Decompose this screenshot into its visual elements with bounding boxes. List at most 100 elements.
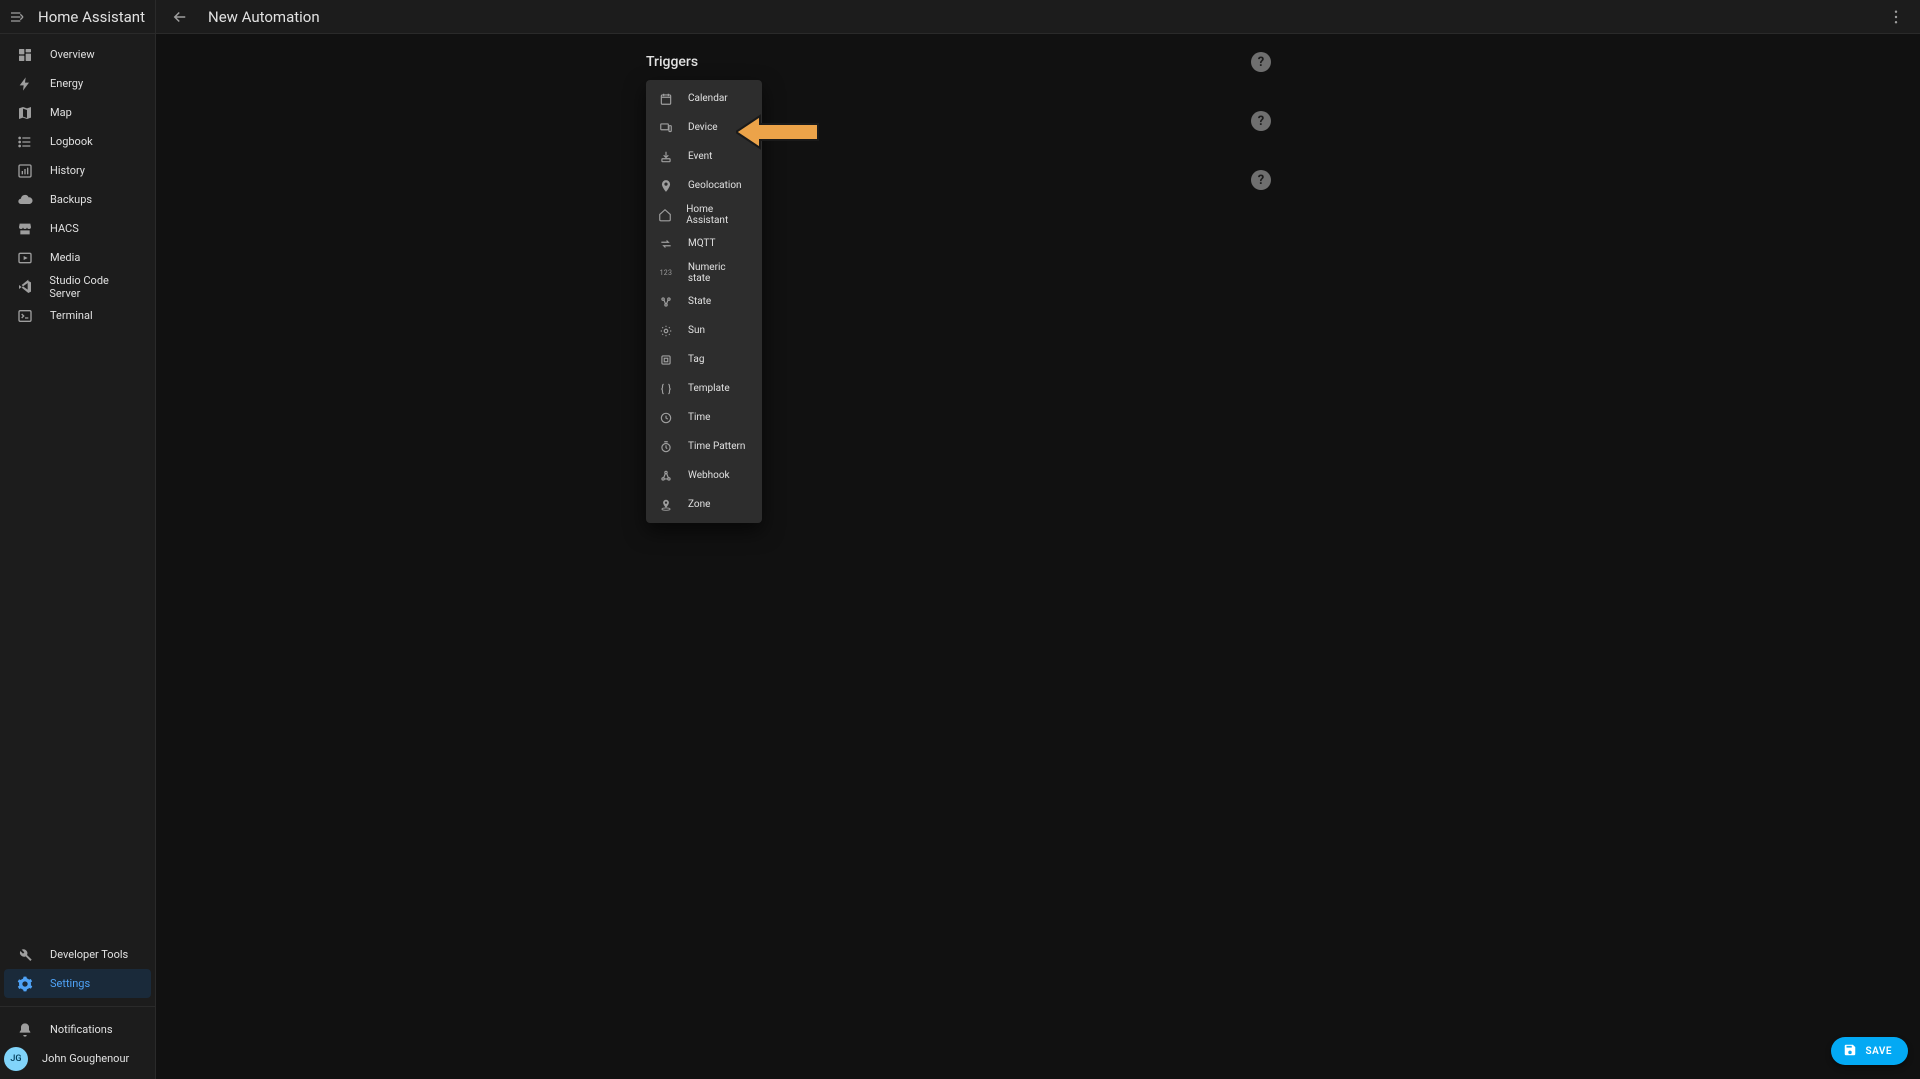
dropdown-item-label: Tag [688,354,704,365]
vscode-icon [16,278,33,296]
dropdown-item-label: State [688,296,711,307]
sidebar-user[interactable]: JG John Goughenour [0,1044,155,1073]
sidebar-item-label: Developer Tools [50,948,128,961]
dropdown-item-label: Device [688,122,718,133]
back-button[interactable] [168,5,192,29]
home-icon [658,207,672,223]
webhook-icon [658,468,674,484]
device-icon [658,120,674,136]
dropdown-item-calendar[interactable]: Calendar [646,84,762,113]
wrench-icon [16,946,34,964]
store-icon [16,220,34,238]
brand-title: Home Assistant [38,8,145,26]
dropdown-item-label: Template [688,383,730,394]
bolt-icon [16,75,34,93]
sidebar-item-label: Backups [50,193,92,206]
sun-icon [658,323,674,339]
dropdown-item-device[interactable]: Device [646,113,762,142]
dropdown-item-template[interactable]: Template [646,374,762,403]
dropdown-item-state[interactable]: State [646,287,762,316]
sidebar-item-label: Terminal [50,309,93,322]
dropdown-item-event[interactable]: Event [646,142,762,171]
clock-icon [658,410,674,426]
dropdown-item-webhook[interactable]: Webhook [646,461,762,490]
user-name: John Goughenour [42,1052,129,1065]
dropdown-item-mqtt[interactable]: MQTT [646,229,762,258]
sidebar-item-notifications[interactable]: Notifications [4,1015,151,1044]
event-icon [658,149,674,165]
location-icon [658,178,674,194]
topbar: New Automation [156,0,1920,34]
sidebar-bottom-nav: Developer Tools Settings Notifications J… [0,940,155,1079]
sidebar-item-label: HACS [50,222,79,235]
dropdown-item-label: Calendar [688,93,728,104]
sidebar-item-overview[interactable]: Overview [4,40,151,69]
sidebar: Home Assistant Overview Energy Map Logbo… [0,0,156,1079]
help-icon[interactable]: ? [1251,170,1271,190]
sidebar-item-logbook[interactable]: Logbook [4,127,151,156]
dropdown-item-label: MQTT [688,238,715,249]
dropdown-item-numeric-state[interactable]: 123 Numeric state [646,258,762,287]
dropdown-item-label: Home Assistant [686,204,750,226]
dropdown-item-label: Numeric state [688,262,750,284]
menu-toggle-icon[interactable] [8,8,26,26]
sidebar-item-label: Map [50,106,72,119]
gear-icon [16,975,34,993]
help-icon[interactable]: ? [1251,52,1271,72]
sidebar-item-energy[interactable]: Energy [4,69,151,98]
section-triggers-title: Triggers [646,54,698,70]
sidebar-item-label: Energy [50,77,83,90]
save-button-label: SAVE [1865,1046,1892,1057]
sidebar-item-label: Logbook [50,135,93,148]
dropdown-item-time[interactable]: Time [646,403,762,432]
timer-icon [658,439,674,455]
dropdown-item-home-assistant[interactable]: Home Assistant [646,200,762,229]
swap-icon [658,236,674,252]
main-area: New Automation Triggers ? ? ? Calendar D… [156,0,1920,1079]
zone-icon [658,497,674,513]
dropdown-item-sun[interactable]: Sun [646,316,762,345]
content-area: Triggers ? ? ? Calendar Device Event Geo… [156,34,1920,1079]
dropdown-item-label: Time [688,412,710,423]
cloud-icon [16,191,34,209]
sidebar-item-history[interactable]: History [4,156,151,185]
sidebar-header: Home Assistant [0,0,155,34]
sidebar-item-hacs[interactable]: HACS [4,214,151,243]
sidebar-item-label: Media [50,251,80,264]
dropdown-item-tag[interactable]: Tag [646,345,762,374]
chart-icon [16,162,34,180]
sidebar-item-developer-tools[interactable]: Developer Tools [4,940,151,969]
dropdown-item-label: Geolocation [688,180,742,191]
numeric-icon: 123 [658,265,674,281]
save-button[interactable]: SAVE [1831,1037,1908,1065]
dropdown-item-geolocation[interactable]: Geolocation [646,171,762,200]
dropdown-item-label: Zone [688,499,710,510]
sidebar-item-backups[interactable]: Backups [4,185,151,214]
trigger-type-dropdown: Calendar Device Event Geolocation Home A… [646,80,762,523]
bell-icon [16,1021,34,1039]
sidebar-item-terminal[interactable]: Terminal [4,301,151,330]
sidebar-item-label: Overview [50,48,95,61]
sidebar-divider [0,1006,155,1007]
help-icon[interactable]: ? [1251,111,1271,131]
sidebar-item-label: Notifications [50,1023,113,1036]
state-icon [658,294,674,310]
page-title: New Automation [208,8,320,26]
dropdown-item-label: Event [688,151,712,162]
braces-icon [658,381,674,397]
sidebar-item-map[interactable]: Map [4,98,151,127]
dropdown-item-label: Webhook [688,470,730,481]
dropdown-item-time-pattern[interactable]: Time Pattern [646,432,762,461]
sidebar-item-code[interactable]: Studio Code Server [4,272,151,301]
calendar-icon [658,91,674,107]
save-icon [1843,1043,1857,1060]
map-icon [16,104,34,122]
dashboard-icon [16,46,34,64]
dropdown-item-label: Time Pattern [688,441,745,452]
sidebar-item-label: History [50,164,85,177]
overflow-menu-button[interactable] [1884,5,1908,29]
sidebar-item-media[interactable]: Media [4,243,151,272]
sidebar-item-settings[interactable]: Settings [4,969,151,998]
dropdown-item-label: Sun [688,325,705,336]
dropdown-item-zone[interactable]: Zone [646,490,762,519]
